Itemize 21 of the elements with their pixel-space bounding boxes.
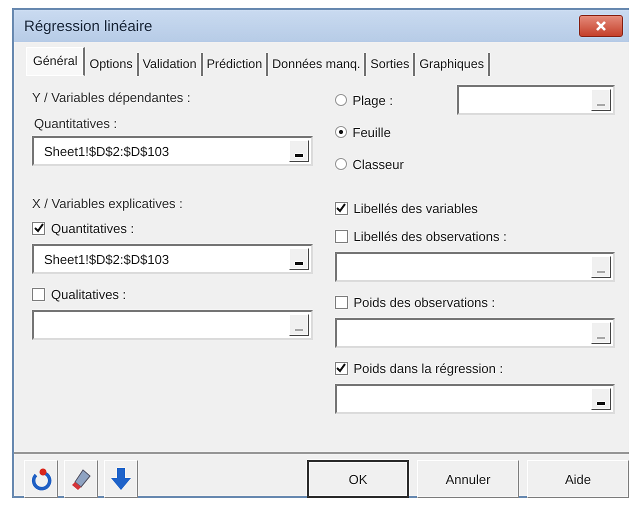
radio-label[interactable]: Plage : — [352, 92, 393, 108]
checkbox-label[interactable]: Libellés des variables — [354, 200, 478, 216]
range-field[interactable]: Sheet1!$D$2:$D$103 — [32, 244, 312, 274]
section-heading: Y / Variables dépendantes : — [32, 88, 192, 107]
dialog-button[interactable]: Annuler — [417, 460, 519, 498]
field-label: Quantitatives : — [33, 114, 118, 132]
radio-label[interactable]: Classeur — [352, 156, 404, 172]
dialog-button[interactable]: Aide — [527, 460, 629, 498]
checkbox-label[interactable]: Poids dans la régression : — [354, 360, 504, 376]
checkbox-label[interactable]: Libellés des observations : — [354, 228, 507, 244]
checkbox-label[interactable]: Poids des observations : — [354, 294, 496, 310]
window-title: Régression linéaire — [24, 18, 152, 34]
range-field[interactable]: Sheet1!$D$2:$D$103 — [32, 136, 312, 166]
checkbox-label[interactable]: Quantitatives : — [51, 220, 134, 236]
checkbox-label[interactable]: Qualitatives : — [51, 286, 126, 302]
tab[interactable]: Prédiction — [202, 53, 268, 76]
section-heading: X / Variables explicatives : — [32, 194, 184, 213]
radio-label[interactable]: Feuille — [352, 124, 391, 140]
dialog-button[interactable]: OK — [307, 460, 409, 498]
tab[interactable]: Validation — [138, 53, 203, 76]
tab[interactable]: Général — [26, 47, 86, 76]
